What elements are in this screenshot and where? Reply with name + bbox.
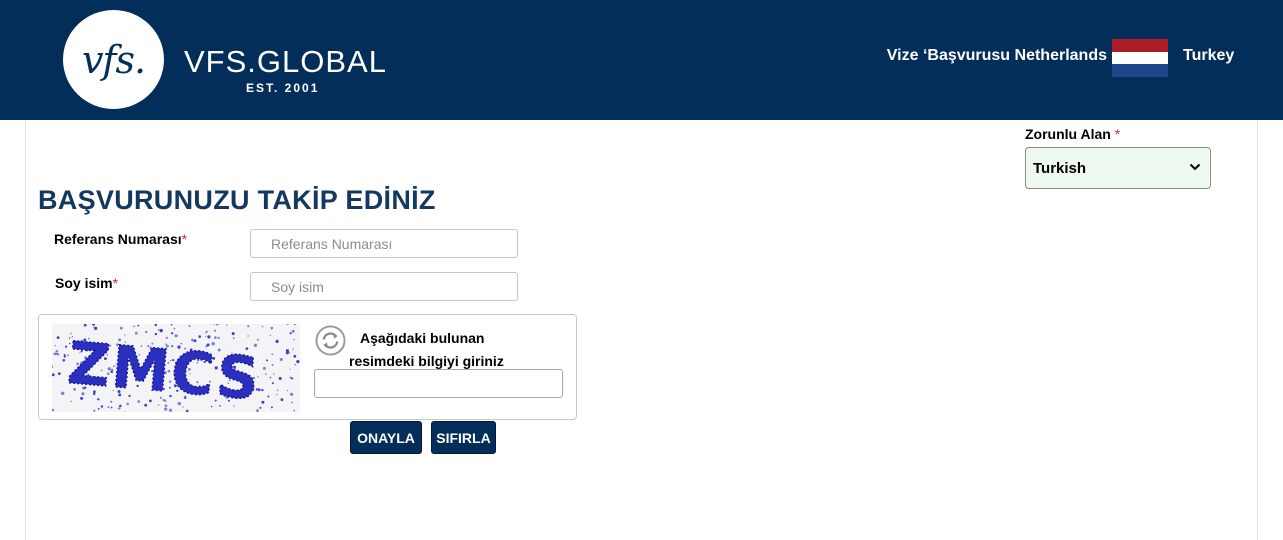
captcha-image: ZMCS bbox=[52, 324, 300, 412]
surname-label: Soy isim* bbox=[55, 275, 118, 291]
language-label-text: Zorunlu Alan bbox=[1025, 126, 1111, 142]
brand-name: VFS.GLOBAL bbox=[184, 44, 387, 79]
reference-number-input[interactable] bbox=[250, 229, 518, 258]
captcha-input[interactable] bbox=[314, 369, 563, 398]
reference-label: Referans Numarası* bbox=[54, 231, 187, 247]
header-title: Vize ‘Başvurusu Netherlands bbox=[886, 47, 1107, 64]
reset-button[interactable]: SIFIRLA bbox=[431, 421, 496, 454]
surname-label-text: Soy isim bbox=[55, 275, 113, 291]
required-mark: * bbox=[181, 231, 188, 247]
vfs-logo[interactable]: vfs. bbox=[63, 10, 164, 109]
language-label: Zorunlu Alan * bbox=[1025, 126, 1120, 142]
language-select[interactable]: Turkish bbox=[1025, 147, 1211, 189]
required-mark: * bbox=[112, 275, 119, 291]
captcha-instruction-line1: Aşağıdaki bulunan bbox=[360, 330, 485, 346]
header-country: Turkey bbox=[1183, 47, 1235, 64]
netherlands-flag-icon bbox=[1112, 39, 1168, 77]
chevron-down-icon bbox=[1189, 163, 1201, 171]
refresh-captcha-icon[interactable] bbox=[315, 325, 346, 356]
language-selected-value: Turkish bbox=[1033, 160, 1087, 177]
logo-mark: vfs. bbox=[81, 37, 146, 82]
captcha-instruction: Aşağıdaki bulunan resimdeki bilgiyi giri… bbox=[349, 327, 549, 373]
confirm-button[interactable]: ONAYLA bbox=[350, 421, 422, 454]
brand-established: EST. 2001 bbox=[246, 81, 320, 95]
captcha-instruction-line2: resimdeki bilgiyi giriniz bbox=[349, 353, 504, 369]
reference-label-text: Referans Numarası bbox=[54, 231, 182, 247]
surname-input[interactable] bbox=[250, 272, 518, 301]
page-title: BAŞVURUNUZU TAKİP EDİNİZ bbox=[38, 185, 436, 215]
header-bar: vfs. VFS.GLOBAL EST. 2001 Vize ‘Başvurus… bbox=[0, 0, 1283, 120]
required-mark: * bbox=[1114, 126, 1121, 142]
